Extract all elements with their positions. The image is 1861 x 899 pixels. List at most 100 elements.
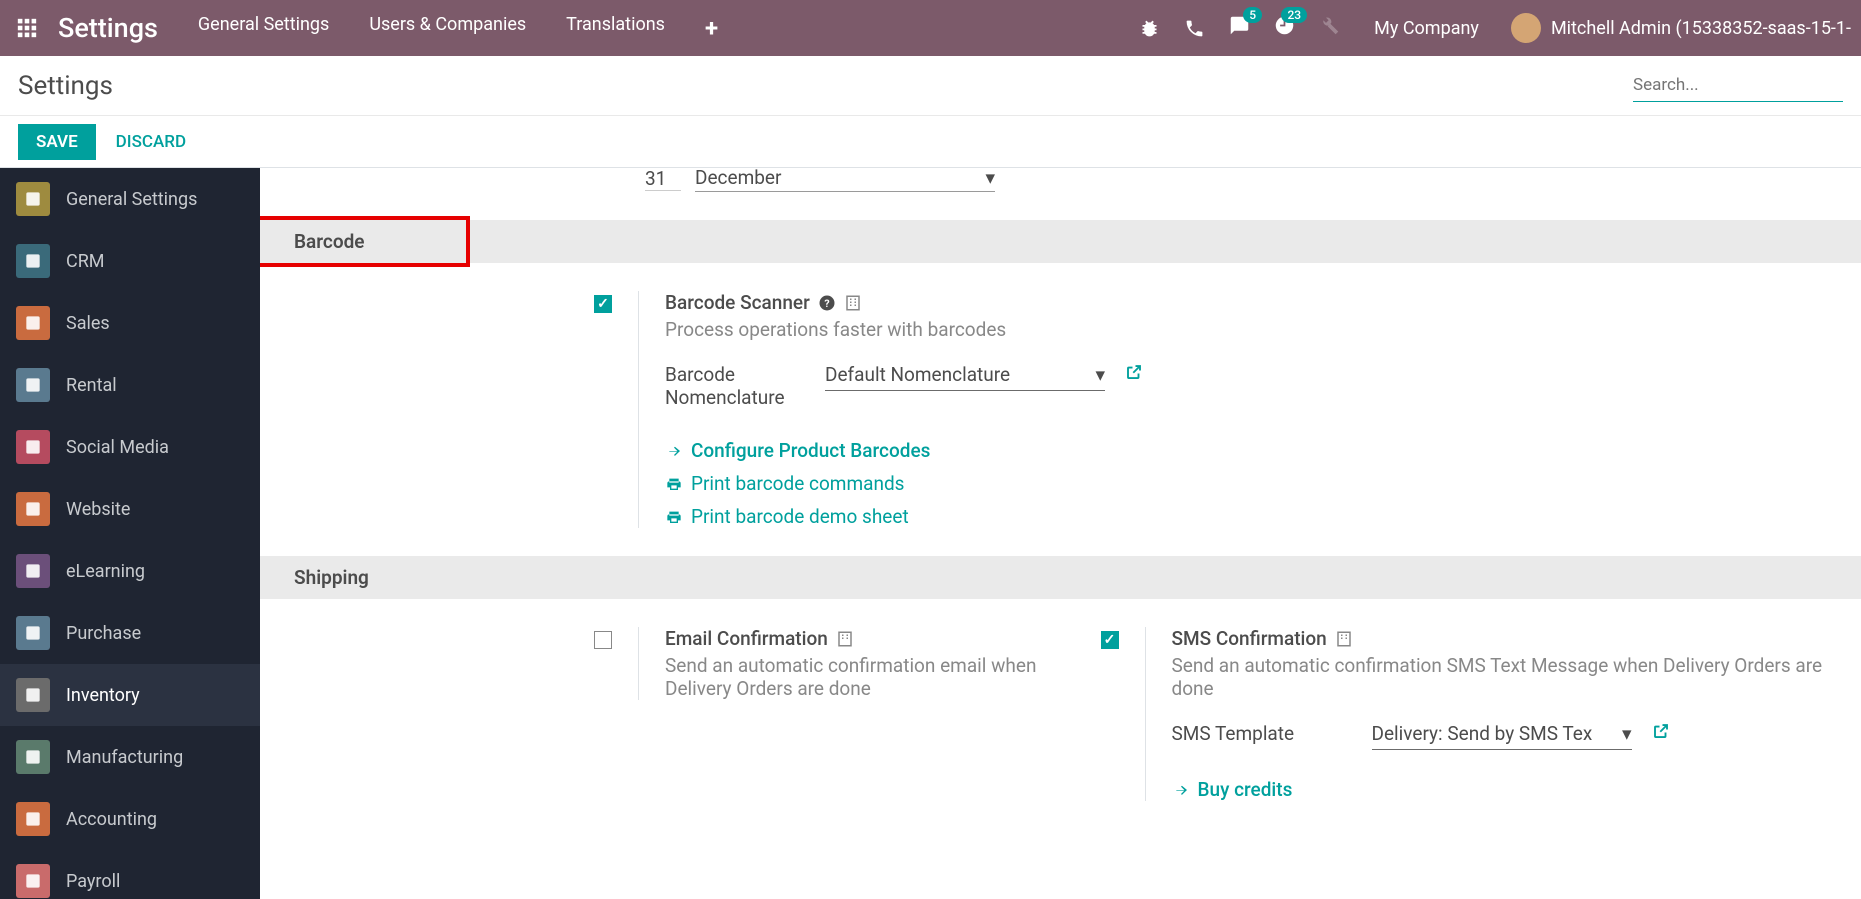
field-label-sms-template: SMS Template: [1172, 722, 1352, 745]
link-print-commands[interactable]: Print barcode commands: [665, 472, 1345, 495]
user-menu[interactable]: Mitchell Admin (15338352-saas-15-1-: [1511, 13, 1851, 43]
checkbox-sms-confirmation[interactable]: [1101, 631, 1119, 649]
nomenclature-value: Default Nomenclature: [825, 363, 1010, 386]
sidebar-item-label: Accounting: [66, 809, 157, 830]
sidebar-item-social-media[interactable]: Social Media: [0, 416, 260, 478]
nomenclature-select[interactable]: Default Nomenclature ▾: [825, 363, 1105, 391]
checkbox-barcode-scanner[interactable]: [594, 295, 612, 313]
sidebar-icon: [16, 554, 50, 588]
setting-desc: Send an automatic confirmation email whe…: [665, 654, 1061, 700]
sidebar-item-rental[interactable]: Rental: [0, 354, 260, 416]
breadcrumb: Settings: [18, 71, 113, 101]
sidebar-item-label: Sales: [66, 313, 110, 334]
setting-sms-confirmation: SMS Confirmation Send an automatic confi…: [1061, 599, 1861, 829]
sidebar-item-crm[interactable]: CRM: [0, 230, 260, 292]
chevron-down-icon: ▾: [1095, 363, 1105, 386]
svg-text:?: ?: [824, 296, 829, 309]
link-text: Buy credits: [1198, 778, 1293, 801]
discard-button[interactable]: DISCARD: [116, 132, 186, 152]
action-row: SAVE DISCARD: [0, 116, 1861, 168]
sidebar-item-general-settings[interactable]: General Settings: [0, 168, 260, 230]
setting-desc: Send an automatic confirmation SMS Text …: [1172, 654, 1852, 700]
link-buy-credits[interactable]: Buy credits: [1172, 778, 1852, 801]
sidebar-item-label: Purchase: [66, 623, 141, 644]
tools-icon[interactable]: [1319, 15, 1340, 36]
sidebar-icon: [16, 864, 50, 898]
chevron-down-icon: ▾: [1622, 722, 1632, 745]
sidebar-item-label: CRM: [66, 251, 105, 272]
link-print-demo[interactable]: Print barcode demo sheet: [665, 505, 1345, 528]
sidebar-item-label: eLearning: [66, 561, 145, 582]
setting-title: Email Confirmation: [665, 627, 828, 650]
enterprise-icon: [836, 630, 854, 648]
chevron-down-icon: ▾: [985, 168, 995, 189]
external-link-icon[interactable]: [1125, 363, 1143, 386]
link-text: Print barcode commands: [691, 472, 904, 495]
content[interactable]: 31 December ▾ Barcode Barcode Scanner ? …: [260, 168, 1861, 899]
sidebar-icon: [16, 368, 50, 402]
sidebar-item-label: Website: [66, 499, 130, 520]
month-select[interactable]: December ▾: [695, 168, 995, 192]
sidebar-item-inventory[interactable]: Inventory: [0, 664, 260, 726]
apps-icon[interactable]: [10, 11, 44, 45]
menu-general-settings[interactable]: General Settings: [198, 14, 329, 42]
sidebar-item-payroll[interactable]: Payroll: [0, 850, 260, 899]
phone-icon[interactable]: [1184, 18, 1205, 39]
section-shipping: Shipping: [260, 556, 1861, 599]
sidebar-item-website[interactable]: Website: [0, 478, 260, 540]
sidebar-item-label: General Settings: [66, 189, 197, 210]
setting-title: Barcode Scanner: [665, 291, 810, 314]
sidebar-icon: [16, 740, 50, 774]
topbar: Settings General Settings Users & Compan…: [0, 0, 1861, 56]
sidebar-icon: [16, 244, 50, 278]
sidebar-icon: [16, 430, 50, 464]
sidebar-item-manufacturing[interactable]: Manufacturing: [0, 726, 260, 788]
messages-badge: 5: [1243, 7, 1262, 23]
sidebar-item-label: Inventory: [66, 685, 140, 706]
sidebar-icon: [16, 678, 50, 712]
sidebar-item-sales[interactable]: Sales: [0, 292, 260, 354]
top-menu: General Settings Users & Companies Trans…: [198, 14, 718, 42]
link-text: Print barcode demo sheet: [691, 505, 909, 528]
sidebar-icon: [16, 492, 50, 526]
bug-icon[interactable]: [1139, 18, 1160, 39]
sidebar-icon: [16, 802, 50, 836]
month-value: December: [695, 168, 781, 189]
enterprise-icon: [844, 294, 862, 312]
link-text: Configure Product Barcodes: [691, 439, 930, 462]
day-input[interactable]: 31: [645, 168, 681, 191]
activities-badge: 23: [1281, 7, 1307, 23]
fiscal-date-row: 31 December ▾: [260, 168, 1861, 220]
sidebar-item-label: Payroll: [66, 871, 120, 892]
sms-template-select[interactable]: Delivery: Send by SMS Tex ▾: [1372, 722, 1632, 750]
sidebar-item-purchase[interactable]: Purchase: [0, 602, 260, 664]
menu-plus-icon[interactable]: +: [705, 14, 718, 42]
sidebar-item-label: Social Media: [66, 437, 169, 458]
link-configure-barcodes[interactable]: Configure Product Barcodes: [665, 439, 1345, 462]
sidebar-item-label: Rental: [66, 375, 117, 396]
external-link-icon[interactable]: [1652, 722, 1670, 745]
setting-desc: Process operations faster with barcodes: [665, 318, 1345, 341]
sidebar-icon: [16, 182, 50, 216]
messages-button[interactable]: 5: [1229, 15, 1250, 41]
company-selector[interactable]: My Company: [1374, 18, 1479, 39]
sidebar[interactable]: General Settings CRM Sales Rental Social Med…: [0, 168, 260, 899]
user-name: Mitchell Admin (15338352-saas-15-1-: [1551, 18, 1851, 39]
avatar: [1511, 13, 1541, 43]
sidebar-item-elearning[interactable]: eLearning: [0, 540, 260, 602]
topbar-right: 5 23 My Company Mitchell Admin (15338352…: [1139, 13, 1851, 43]
menu-users-companies[interactable]: Users & Companies: [369, 14, 526, 42]
sidebar-icon: [16, 306, 50, 340]
search-input[interactable]: [1633, 69, 1843, 102]
menu-translations[interactable]: Translations: [566, 14, 665, 42]
sidebar-item-label: Manufacturing: [66, 747, 183, 768]
help-icon[interactable]: ?: [818, 294, 836, 312]
app-name[interactable]: Settings: [58, 12, 158, 44]
checkbox-email-confirmation[interactable]: [594, 631, 612, 649]
activities-button[interactable]: 23: [1274, 15, 1295, 41]
sidebar-icon: [16, 616, 50, 650]
setting-email-confirmation: Email Confirmation Send an automatic con…: [260, 599, 1061, 728]
save-button[interactable]: SAVE: [18, 124, 96, 160]
sidebar-item-accounting[interactable]: Accounting: [0, 788, 260, 850]
sms-template-value: Delivery: Send by SMS Tex: [1372, 722, 1593, 745]
